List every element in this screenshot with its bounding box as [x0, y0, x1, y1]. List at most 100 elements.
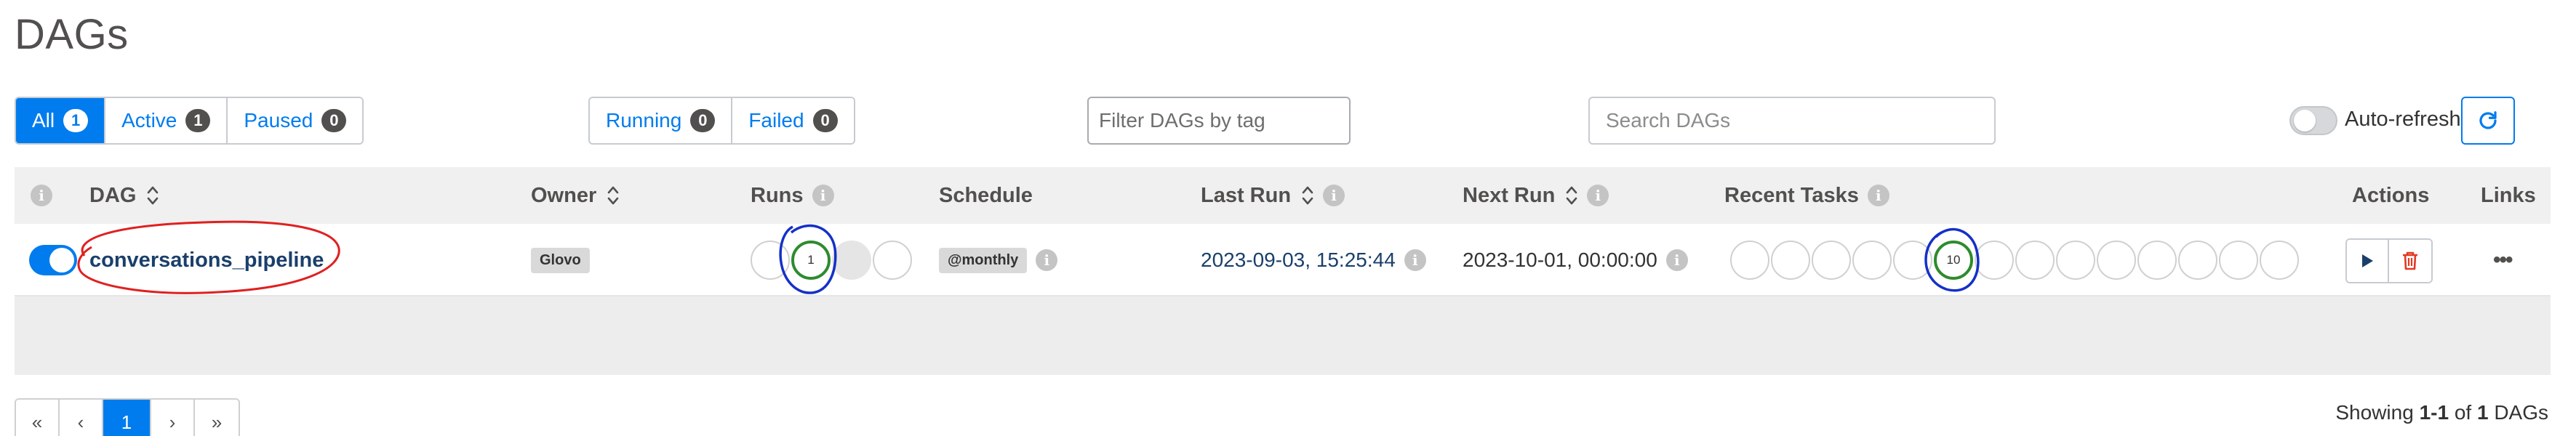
- showing-suffix: DAGs: [2494, 401, 2548, 424]
- dag-pause-toggle-cell: [29, 224, 77, 296]
- page-current-button[interactable]: 1: [103, 400, 151, 436]
- header-schedule-label: Schedule: [939, 183, 1033, 207]
- tab-failed-count: 0: [812, 109, 838, 132]
- task-state-circle[interactable]: [2015, 241, 2055, 280]
- task-state-circle[interactable]: [1771, 241, 1810, 280]
- run-state-circle-failed[interactable]: [873, 241, 912, 280]
- tab-running-count: 0: [690, 109, 716, 132]
- trash-icon: [2403, 251, 2417, 270]
- task-state-circle[interactable]: [2097, 241, 2136, 280]
- showing-range: 1-1: [2419, 401, 2449, 424]
- owner-cell: Glovo: [531, 224, 590, 296]
- links-cell: •••: [2493, 224, 2513, 296]
- task-state-circle[interactable]: [1893, 241, 1932, 280]
- info-icon[interactable]: i: [1404, 249, 1426, 271]
- refresh-button[interactable]: [2461, 97, 2515, 145]
- header-links: Links: [2481, 167, 2536, 224]
- last-run-link[interactable]: 2023-09-03, 15:25:44: [1201, 249, 1396, 272]
- page-first-button[interactable]: «: [16, 400, 60, 436]
- dag-link[interactable]: conversations_pipeline: [89, 249, 324, 272]
- tab-paused-label: Paused: [244, 109, 313, 132]
- sort-icon: [148, 186, 159, 205]
- auto-refresh-toggle[interactable]: [2289, 106, 2337, 135]
- page-next-button[interactable]: ›: [151, 400, 195, 436]
- info-icon[interactable]: i: [1665, 249, 1688, 271]
- table-row: conversations_pipeline Glovo 1 @monthly …: [15, 224, 2551, 296]
- actions-group: [2345, 238, 2433, 283]
- tab-active[interactable]: Active 1: [105, 98, 228, 143]
- run-state-circle-success[interactable]: 1: [791, 241, 831, 280]
- run-state-circle-running[interactable]: [832, 241, 871, 280]
- task-state-circle[interactable]: [2219, 241, 2258, 280]
- tab-running[interactable]: Running 0: [590, 98, 733, 143]
- tab-all[interactable]: All 1: [16, 98, 106, 143]
- showing-of: of: [2454, 401, 2472, 424]
- task-state-circle[interactable]: [1975, 241, 2014, 280]
- tab-paused-count: 0: [321, 109, 347, 132]
- page-title: DAGs: [15, 11, 129, 58]
- info-icon[interactable]: i: [1323, 185, 1345, 206]
- sort-icon: [1566, 186, 1577, 205]
- task-state-circle[interactable]: [1812, 241, 1851, 280]
- next-run-value: 2023-10-01, 00:00:00: [1463, 249, 1657, 271]
- tab-active-label: Active: [121, 109, 177, 132]
- runs-cell: 1: [751, 224, 913, 296]
- trigger-dag-button[interactable]: [2347, 240, 2389, 282]
- header-links-label: Links: [2481, 183, 2536, 207]
- header-owner-label: Owner: [531, 183, 597, 207]
- header-dag-label: DAG: [89, 183, 137, 207]
- run-state-filter-group: Running 0 Failed 0: [588, 97, 855, 145]
- tag-filter-placeholder: Filter DAGs by tag: [1099, 109, 1265, 132]
- next-run-cell: 2023-10-01, 00:00:00 i: [1463, 224, 1688, 296]
- pagination: « ‹ 1 › »: [15, 398, 240, 436]
- showing-total: 1: [2476, 401, 2489, 424]
- info-icon[interactable]: i: [812, 185, 834, 206]
- header-dag[interactable]: DAG: [89, 167, 159, 224]
- task-state-circle[interactable]: [2260, 241, 2299, 280]
- header-schedule: Schedule: [939, 167, 1033, 224]
- showing-prefix: Showing: [2335, 401, 2414, 424]
- header-last-run[interactable]: Last Run i: [1201, 167, 1345, 224]
- tab-failed-label: Failed: [748, 109, 804, 132]
- header-runs: Runs i: [751, 167, 834, 224]
- owner-badge[interactable]: Glovo: [531, 247, 590, 273]
- header-recent-tasks: Recent Tasks i: [1724, 167, 1889, 224]
- info-icon[interactable]: i: [1036, 249, 1058, 271]
- delete-dag-button[interactable]: [2389, 240, 2431, 282]
- dag-id-cell: conversations_pipeline: [89, 224, 324, 296]
- play-icon: [2362, 254, 2373, 267]
- tab-failed[interactable]: Failed 0: [732, 98, 854, 143]
- header-actions-label: Actions: [2352, 183, 2430, 207]
- table-empty-area: [15, 296, 2551, 375]
- recent-tasks-cell: 10: [1730, 224, 2300, 296]
- tab-paused[interactable]: Paused 0: [228, 98, 363, 143]
- tab-all-count: 1: [63, 109, 89, 132]
- search-input[interactable]: Search DAGs: [1588, 97, 1996, 145]
- header-owner[interactable]: Owner: [531, 167, 620, 224]
- dag-pause-toggle[interactable]: [29, 245, 77, 275]
- tag-filter-input[interactable]: Filter DAGs by tag: [1087, 97, 1351, 145]
- info-icon[interactable]: i: [1867, 185, 1889, 206]
- page-last-button[interactable]: »: [195, 400, 239, 436]
- showing-summary: Showing 1-1 of 1 DAGs: [2335, 401, 2548, 424]
- sort-icon: [607, 186, 619, 205]
- header-info: i: [31, 167, 52, 224]
- links-menu-button[interactable]: •••: [2493, 248, 2513, 272]
- task-state-circle[interactable]: [2056, 241, 2095, 280]
- info-icon: i: [31, 185, 52, 206]
- task-state-circle[interactable]: [2178, 241, 2217, 280]
- header-next-run[interactable]: Next Run i: [1463, 167, 1609, 224]
- status-filter-group: All 1 Active 1 Paused 0: [15, 97, 364, 145]
- info-icon[interactable]: i: [1587, 185, 1609, 206]
- run-state-circle-queued[interactable]: [751, 241, 790, 280]
- task-state-circle[interactable]: [1852, 241, 1892, 280]
- task-state-circle-success[interactable]: 10: [1934, 241, 1973, 280]
- task-state-circle[interactable]: [2137, 241, 2177, 280]
- header-recent-tasks-label: Recent Tasks: [1724, 183, 1859, 207]
- task-state-circle[interactable]: [1730, 241, 1769, 280]
- tab-all-label: All: [32, 109, 55, 132]
- toggle-knob: [2294, 110, 2316, 132]
- header-actions: Actions: [2352, 167, 2429, 224]
- toggle-knob: [49, 248, 74, 272]
- page-prev-button[interactable]: ‹: [60, 400, 103, 436]
